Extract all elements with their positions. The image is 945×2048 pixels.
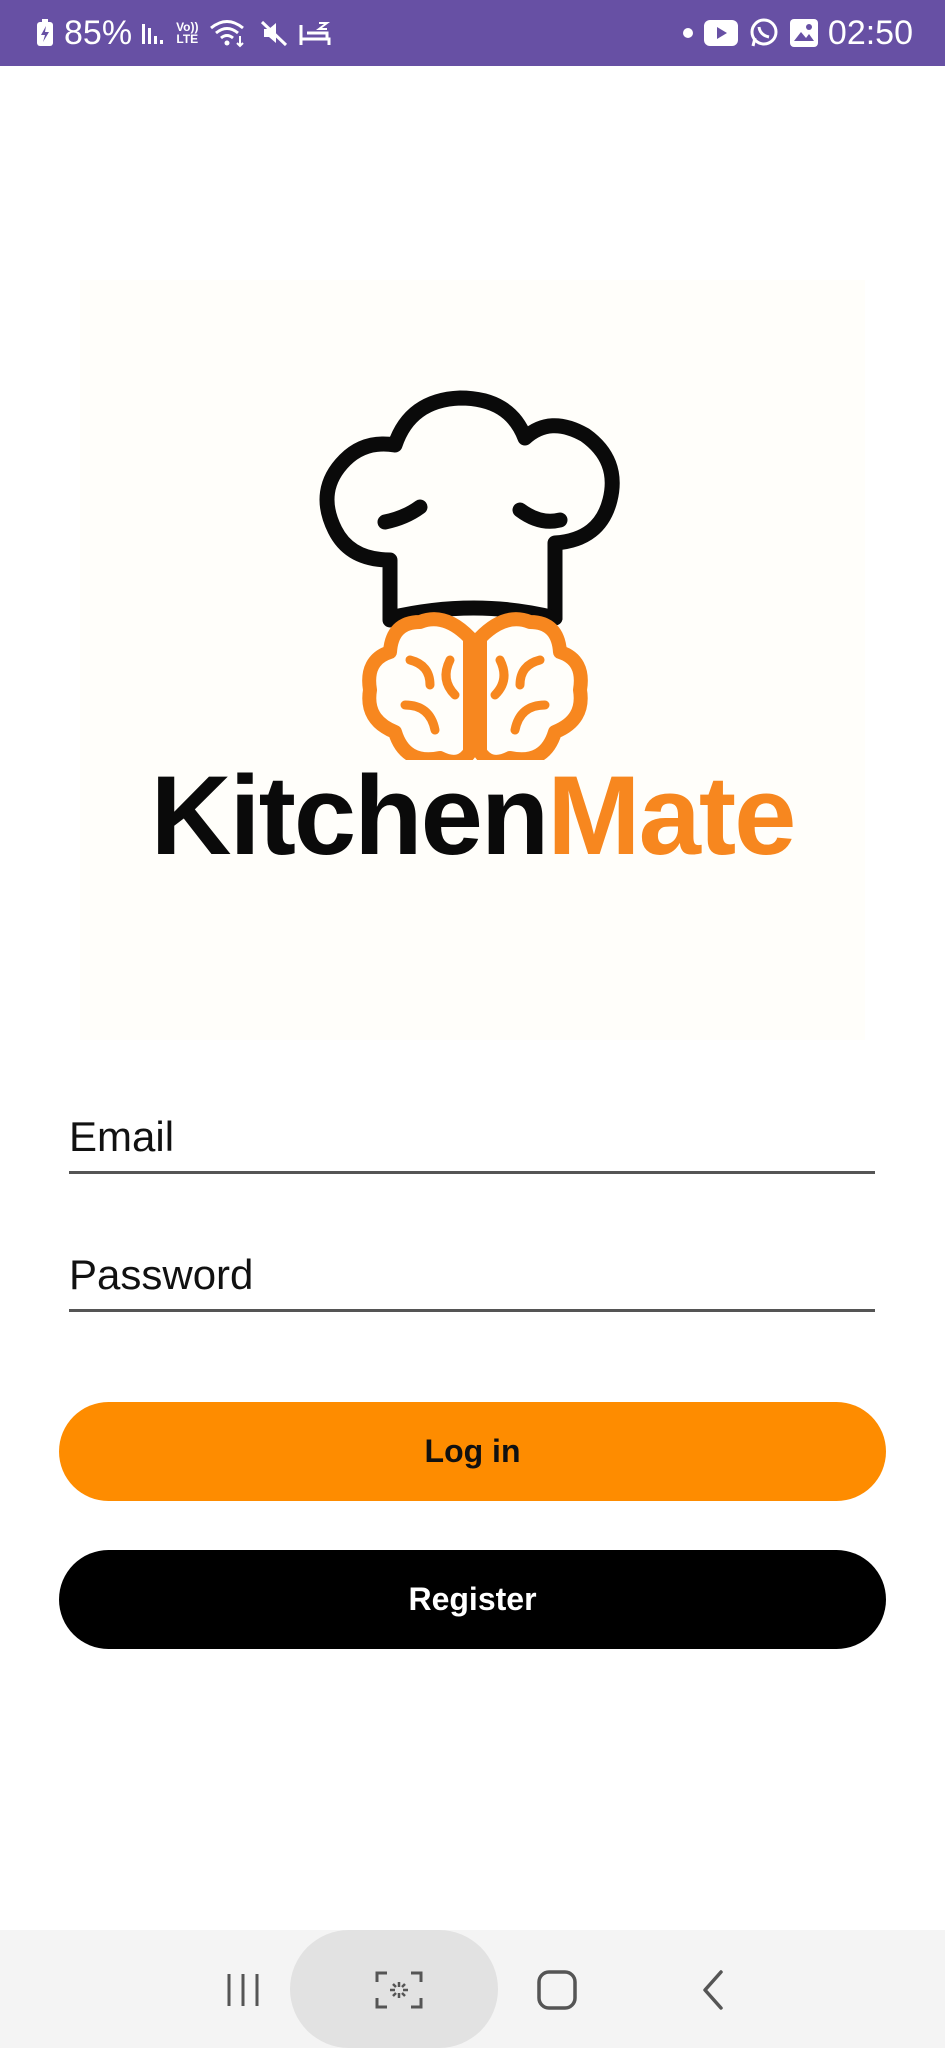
- dot-icon: [682, 27, 694, 39]
- logo-word-kitchen: Kitchen: [150, 753, 550, 878]
- home-icon[interactable]: [527, 1960, 587, 2020]
- mute-icon: [259, 18, 289, 48]
- battery-percent: 85%: [64, 13, 133, 52]
- password-field[interactable]: [69, 1242, 875, 1312]
- status-bar: 85% Vo)) LTE 02:50: [0, 0, 945, 66]
- login-button[interactable]: Log in: [59, 1402, 886, 1501]
- email-field[interactable]: [69, 1104, 875, 1174]
- brain-icon: [362, 612, 588, 760]
- email-input[interactable]: [69, 1113, 875, 1161]
- clock: 02:50: [827, 13, 913, 52]
- whatsapp-icon: [748, 17, 780, 49]
- battery-charging-icon: [36, 19, 54, 47]
- back-icon[interactable]: [683, 1960, 743, 2020]
- gallery-icon: [789, 19, 818, 47]
- navigation-bar: [0, 1930, 945, 2048]
- status-bar-left: 85% Vo)) LTE: [36, 14, 331, 53]
- logo-word-mate: Mate: [547, 753, 796, 878]
- volte-label-bottom: LTE: [176, 32, 199, 46]
- youtube-icon: [703, 20, 738, 46]
- wifi-icon: [209, 18, 249, 48]
- app-logo: KitchenMate: [80, 280, 865, 1040]
- signal-icon: [142, 20, 166, 46]
- chef-hat-icon: [319, 390, 620, 628]
- volte-icon: Vo)) LTE: [176, 21, 198, 45]
- register-button[interactable]: Register: [59, 1550, 886, 1649]
- sleep-icon: [299, 19, 331, 47]
- recents-icon[interactable]: [213, 1960, 273, 2020]
- logo-graphic: [319, 390, 620, 760]
- logo-wordmark: KitchenMate: [80, 760, 865, 872]
- status-bar-right: 02:50: [682, 14, 913, 53]
- capture-icon[interactable]: [369, 1960, 429, 2020]
- password-input[interactable]: [69, 1251, 875, 1299]
